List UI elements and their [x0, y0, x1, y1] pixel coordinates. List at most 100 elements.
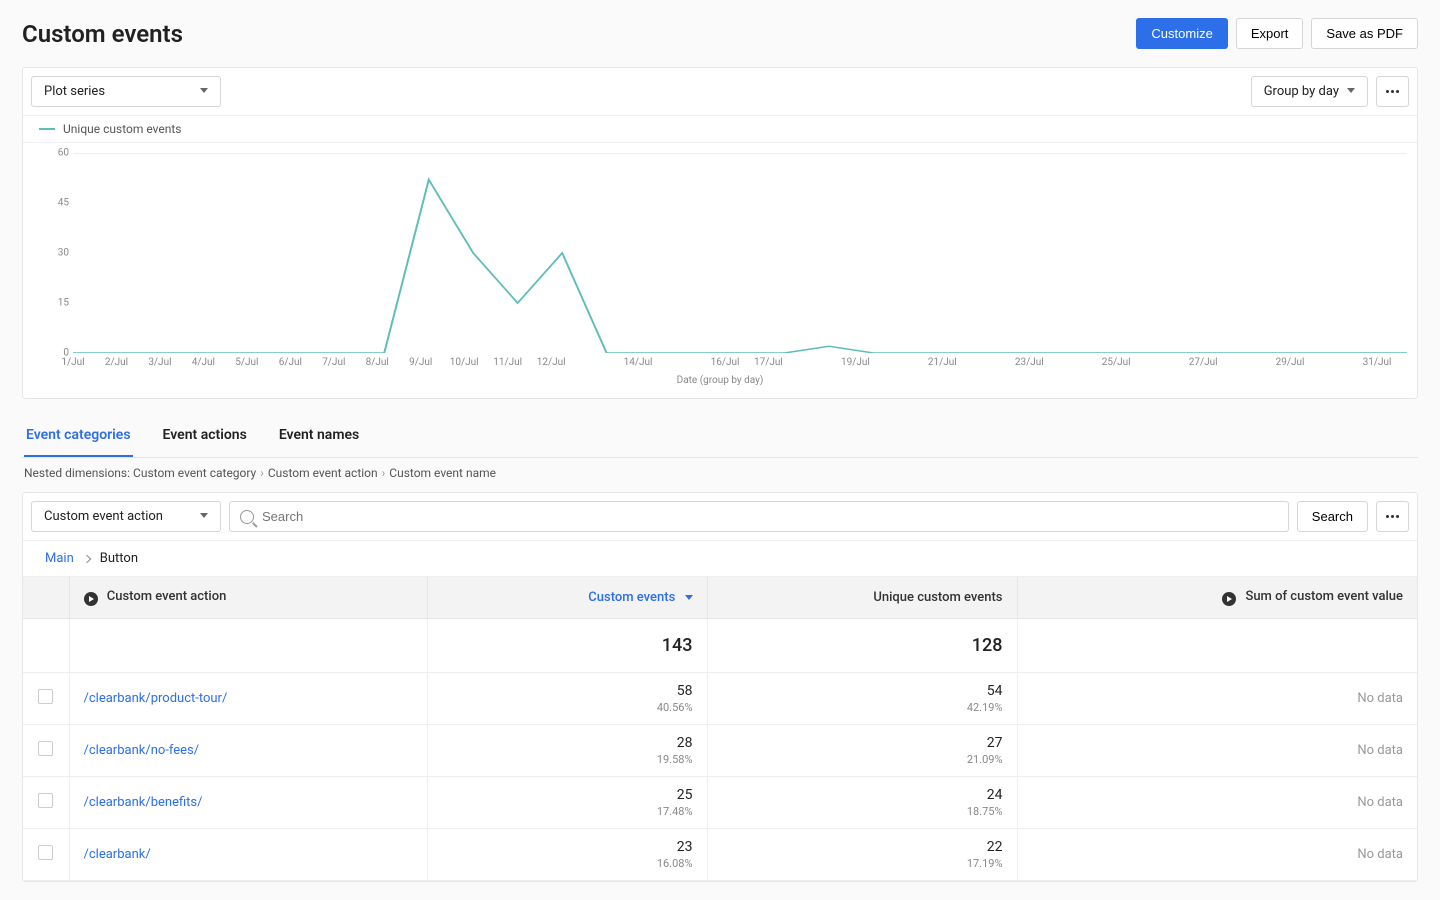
customize-button[interactable]: Customize — [1136, 18, 1227, 49]
breadcrumb-current: Button — [100, 551, 138, 566]
nested-dim-item: Custom event category — [133, 466, 256, 480]
events-pct: 40.56% — [442, 701, 693, 714]
y-tick: 30 — [58, 248, 69, 259]
x-tick: 17/Jul — [754, 357, 783, 368]
tab-event-actions[interactable]: Event actions — [161, 417, 249, 457]
more-icon — [1386, 90, 1399, 93]
no-data: No data — [1357, 795, 1403, 810]
th-checkbox — [23, 577, 69, 619]
x-axis-label: Date (group by day) — [53, 375, 1387, 386]
events-value: 25 — [442, 787, 693, 803]
totals-unique: 128 — [707, 619, 1017, 673]
chevron-down-icon — [1347, 88, 1355, 96]
table-row: /clearbank/product-tour/ 58 40.56% 54 42… — [23, 673, 1417, 725]
unique-value: 22 — [722, 839, 1003, 855]
chart-area: 015304560 1/Jul2/Jul3/Jul4/Jul5/Jul6/Jul… — [23, 143, 1417, 398]
row-checkbox[interactable] — [38, 793, 53, 808]
action-link[interactable]: /clearbank/ — [84, 847, 151, 862]
nested-dim-item: Custom event name — [389, 466, 496, 480]
x-tick: 14/Jul — [624, 357, 653, 368]
x-tick: 27/Jul — [1189, 357, 1218, 368]
group-by-label: Group by day — [1264, 84, 1339, 99]
th-unique[interactable]: Unique custom events — [707, 577, 1017, 619]
nested-dim-item: Custom event action — [268, 466, 378, 480]
x-tick: 7/Jul — [322, 357, 345, 368]
play-icon — [84, 592, 98, 606]
events-pct: 19.58% — [442, 753, 693, 766]
plot-series-label: Plot series — [44, 84, 105, 99]
page-title: Custom events — [22, 20, 183, 48]
events-pct: 16.08% — [442, 857, 693, 870]
th-action[interactable]: Custom event action — [69, 577, 427, 619]
table-panel: Custom event action Search Main Button C… — [22, 492, 1418, 882]
row-checkbox[interactable] — [38, 741, 53, 756]
search-button[interactable]: Search — [1297, 501, 1368, 532]
x-tick: 1/Jul — [61, 357, 84, 368]
nested-dimensions: Nested dimensions: Custom event category… — [22, 458, 1418, 492]
events-value: 23 — [442, 839, 693, 855]
group-by-select[interactable]: Group by day — [1251, 76, 1368, 107]
x-tick: 5/Jul — [235, 357, 258, 368]
nested-dims-label: Nested dimensions: — [24, 466, 130, 480]
unique-pct: 21.09% — [722, 753, 1003, 766]
table-more-button[interactable] — [1376, 501, 1409, 532]
chevron-right-icon — [83, 554, 91, 562]
totals-row: 143 128 — [23, 619, 1417, 673]
search-icon — [240, 510, 254, 524]
chevron-right-icon: › — [256, 466, 268, 480]
x-tick: 10/Jul — [450, 357, 479, 368]
breadcrumb-root[interactable]: Main — [45, 551, 74, 566]
th-events[interactable]: Custom events — [427, 577, 707, 619]
tab-event-names[interactable]: Event names — [277, 417, 361, 457]
action-link[interactable]: /clearbank/product-tour/ — [84, 691, 228, 706]
th-unique-label: Unique custom events — [873, 590, 1002, 605]
action-link[interactable]: /clearbank/benefits/ — [84, 795, 203, 810]
x-tick: 4/Jul — [192, 357, 215, 368]
unique-value: 54 — [722, 683, 1003, 699]
th-action-label: Custom event action — [107, 589, 227, 604]
x-tick: 2/Jul — [105, 357, 128, 368]
sort-desc-icon — [685, 595, 693, 600]
th-sum-label: Sum of custom event value — [1245, 589, 1403, 604]
dimension-label: Custom event action — [44, 509, 163, 524]
more-button[interactable] — [1376, 76, 1409, 107]
totals-events: 143 — [427, 619, 707, 673]
th-sum[interactable]: Sum of custom event value — [1017, 577, 1417, 619]
action-link[interactable]: /clearbank/no-fees/ — [84, 743, 200, 758]
x-tick: 6/Jul — [279, 357, 302, 368]
x-tick: 3/Jul — [148, 357, 171, 368]
x-tick: 8/Jul — [366, 357, 389, 368]
chevron-down-icon — [200, 88, 208, 96]
tabs: Event categories Event actions Event nam… — [22, 417, 1418, 458]
export-button[interactable]: Export — [1236, 18, 1304, 49]
x-tick: 23/Jul — [1015, 357, 1044, 368]
table-toolbar: Custom event action Search — [23, 493, 1417, 541]
table-row: /clearbank/ 23 16.08% 22 17.19% No data — [23, 829, 1417, 881]
unique-value: 27 — [722, 735, 1003, 751]
table-header-row: Custom event action Custom events Unique… — [23, 577, 1417, 619]
dimension-select[interactable]: Custom event action — [31, 501, 221, 532]
chart-series-line — [73, 180, 1407, 353]
x-tick: 29/Jul — [1276, 357, 1305, 368]
unique-pct: 42.19% — [722, 701, 1003, 714]
plot-series-select[interactable]: Plot series — [31, 76, 221, 107]
page-header: Custom events Customize Export Save as P… — [22, 18, 1418, 49]
row-checkbox[interactable] — [38, 689, 53, 704]
x-tick: 21/Jul — [928, 357, 957, 368]
search-input[interactable] — [262, 502, 1278, 531]
events-value: 58 — [442, 683, 693, 699]
chevron-down-icon — [200, 513, 208, 521]
no-data: No data — [1357, 847, 1403, 862]
x-tick: 31/Jul — [1363, 357, 1392, 368]
data-table: Custom event action Custom events Unique… — [23, 577, 1417, 881]
unique-pct: 18.75% — [722, 805, 1003, 818]
x-tick: 25/Jul — [1102, 357, 1131, 368]
save-pdf-button[interactable]: Save as PDF — [1311, 18, 1418, 49]
chart-panel: Plot series Group by day Unique custom e… — [22, 67, 1418, 399]
row-checkbox[interactable] — [38, 845, 53, 860]
y-tick: 15 — [58, 298, 69, 309]
play-icon — [1222, 592, 1236, 606]
no-data: No data — [1357, 743, 1403, 758]
search-field[interactable] — [229, 501, 1289, 532]
tab-event-categories[interactable]: Event categories — [24, 417, 133, 457]
